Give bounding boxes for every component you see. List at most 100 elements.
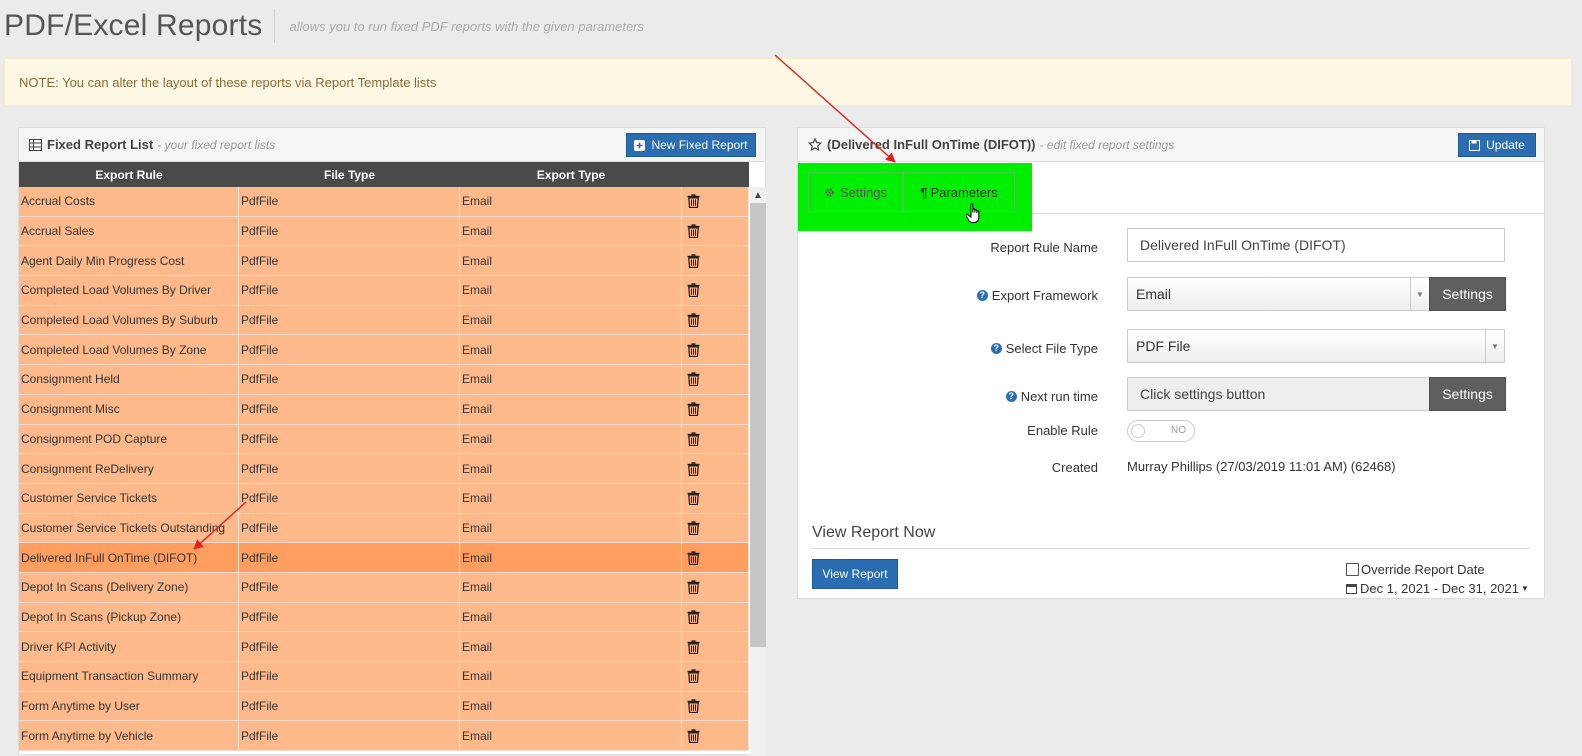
report-settings-title: (Delivered InFull OnTime (DIFOT)) (827, 137, 1036, 152)
cell-export-rule: Consignment ReDelivery (19, 454, 239, 483)
table-row[interactable]: Completed Load Volumes By Suburb PdfFile E… (19, 305, 749, 336)
cell-export-type: Email (460, 365, 682, 394)
delete-cell (682, 216, 749, 246)
enable-rule-toggle[interactable]: NO (1127, 420, 1195, 442)
trash-icon[interactable] (687, 254, 700, 268)
chevron-down-icon[interactable]: ▼ (1485, 330, 1504, 362)
scroll-up-icon[interactable]: ▲ (750, 187, 766, 203)
cell-file-type: PdfFile (239, 572, 460, 602)
cell-export-type: Email (460, 543, 682, 572)
date-range-picker[interactable]: Dec 1, 2021 - Dec 31, 2021 ▼ (1346, 581, 1529, 596)
cell-file-type: PdfFile (239, 216, 460, 246)
view-report-button[interactable]: View Report (812, 559, 898, 589)
delete-cell (682, 691, 749, 721)
table-row[interactable]: Form Anytime by User PdfFile Email (19, 691, 749, 722)
table-row[interactable]: Consignment ReDelivery PdfFile Email (19, 454, 749, 484)
caret-down-icon: ▼ (1521, 584, 1529, 593)
tab-settings[interactable]: Settings (808, 172, 903, 212)
table-row[interactable]: Accrual Costs PdfFile Email (19, 187, 749, 217)
trash-icon[interactable] (687, 639, 700, 654)
cell-file-type: PdfFile (239, 365, 460, 394)
override-date-checkbox[interactable] (1346, 563, 1359, 576)
cell-export-rule: Consignment Held (19, 365, 239, 394)
trash-icon[interactable] (687, 224, 700, 239)
override-date-label: Override Report Date (1361, 562, 1485, 577)
trash-icon[interactable] (687, 194, 700, 209)
trash-icon[interactable] (687, 669, 700, 684)
fixed-report-list-panel: Fixed Report List - your fixed report li… (18, 127, 766, 756)
trash-icon[interactable] (687, 699, 700, 714)
trash-icon[interactable] (687, 580, 700, 595)
cell-export-rule: Form Anytime by User (19, 691, 239, 721)
trash-icon[interactable] (687, 283, 700, 298)
trash-icon[interactable] (687, 343, 700, 357)
table-row[interactable]: Depot In Scans (Pickup Zone) PdfFile Email (19, 602, 749, 633)
scrollbar-thumb[interactable] (750, 203, 766, 647)
column-export-rule[interactable]: Export Rule (19, 162, 239, 187)
table-row[interactable]: Form Anytime by Vehicle PdfFile Email (19, 721, 749, 752)
help-icon[interactable]: ? (976, 289, 988, 301)
chevron-down-icon[interactable]: ▼ (1410, 278, 1429, 310)
framework-settings-button[interactable]: Settings (1429, 277, 1506, 311)
rule-name-input[interactable]: Delivered InFull OnTime (DIFOT) (1127, 228, 1505, 262)
new-fixed-report-label: New Fixed Report (651, 138, 748, 152)
table-row[interactable]: Accrual Sales PdfFile Email (19, 216, 749, 247)
table-scrollbar[interactable]: ▲ (750, 187, 766, 756)
column-file-type[interactable]: File Type (239, 162, 460, 187)
trash-icon[interactable] (687, 521, 700, 535)
cell-file-type: PdfFile (239, 454, 460, 483)
column-export-type[interactable]: Export Type (460, 162, 682, 187)
export-framework-select[interactable]: Email ▼ (1127, 277, 1430, 311)
trash-icon[interactable] (687, 610, 700, 624)
created-label-text: Created (1051, 459, 1098, 475)
next-run-settings-button[interactable]: Settings (1429, 377, 1506, 411)
table-row[interactable]: Driver KPI Activity PdfFile Email (19, 632, 749, 662)
trash-icon[interactable] (687, 372, 700, 387)
cell-export-type: Email (460, 246, 682, 276)
hand-cursor-icon (966, 203, 980, 223)
table-row[interactable]: Delivered InFull OnTime (DIFOT) PdfFile Em… (19, 543, 749, 573)
table-row[interactable]: Customer Service Tickets Outstanding PdfF… (19, 513, 749, 544)
cell-export-type: Email (460, 335, 682, 365)
rule-name-label-text: Report Rule Name (990, 239, 1098, 255)
cell-file-type: PdfFile (239, 335, 460, 365)
next-run-input[interactable]: Click settings button (1127, 377, 1430, 411)
trash-icon[interactable] (687, 432, 700, 446)
table-row[interactable]: Consignment Misc PdfFile Email (19, 394, 749, 425)
cell-export-rule: Consignment Misc (19, 394, 239, 424)
trash-icon[interactable] (687, 491, 700, 506)
table-row[interactable]: Consignment Held PdfFile Email (19, 365, 749, 395)
trash-icon[interactable] (687, 550, 700, 565)
table-row[interactable]: Consignment POD Capture PdfFile Email (19, 424, 749, 455)
trash-icon[interactable] (687, 461, 700, 476)
table-row[interactable]: Customer Service Tickets PdfFile Email (19, 483, 749, 514)
file-type-label: ? Select File Type (798, 337, 1098, 359)
table-row[interactable]: Agent Daily Min Progress Cost PdfFile Emai… (19, 246, 749, 277)
fixed-report-list-subtitle: - your fixed report lists (157, 137, 276, 152)
trash-icon[interactable] (687, 729, 700, 743)
tab-settings-label: Settings (840, 184, 887, 200)
cell-export-rule: Completed Load Volumes By Driver (19, 276, 239, 305)
cell-export-type: Email (460, 572, 682, 602)
cell-export-rule: Agent Daily Min Progress Cost (19, 246, 239, 276)
help-icon[interactable]: ? (1005, 390, 1017, 402)
help-icon[interactable]: ? (990, 342, 1002, 354)
cell-export-type: Email (460, 513, 682, 543)
cell-file-type: PdfFile (239, 394, 460, 424)
table-row[interactable]: Completed Load Volumes By Driver PdfFile E… (19, 276, 749, 306)
table-row[interactable]: Completed Load Volumes By Zone PdfFile Ema… (19, 335, 749, 366)
trash-icon[interactable] (687, 402, 700, 417)
file-type-select[interactable]: PDF File ▼ (1127, 329, 1505, 363)
report-settings-subtitle: - edit fixed report settings (1039, 137, 1175, 152)
cell-file-type: PdfFile (239, 246, 460, 276)
cell-export-rule: Completed Load Volumes By Zone (19, 335, 239, 365)
cell-export-type: Email (460, 305, 682, 335)
created-value: Murray Phillips (27/03/2019 11:01 AM) (6… (1127, 459, 1396, 474)
tab-parameters[interactable]: ¶ Parameters (903, 172, 1015, 212)
table-row[interactable]: Depot In Scans (Delivery Zone) PdfFile Ema… (19, 572, 749, 603)
new-fixed-report-button[interactable]: New Fixed Report (626, 133, 756, 157)
table-row[interactable]: Equipment Transaction Summary PdfFile Emai… (19, 662, 749, 692)
update-button[interactable]: Update (1458, 133, 1536, 157)
trash-icon[interactable] (687, 313, 700, 328)
delete-cell (682, 721, 749, 751)
